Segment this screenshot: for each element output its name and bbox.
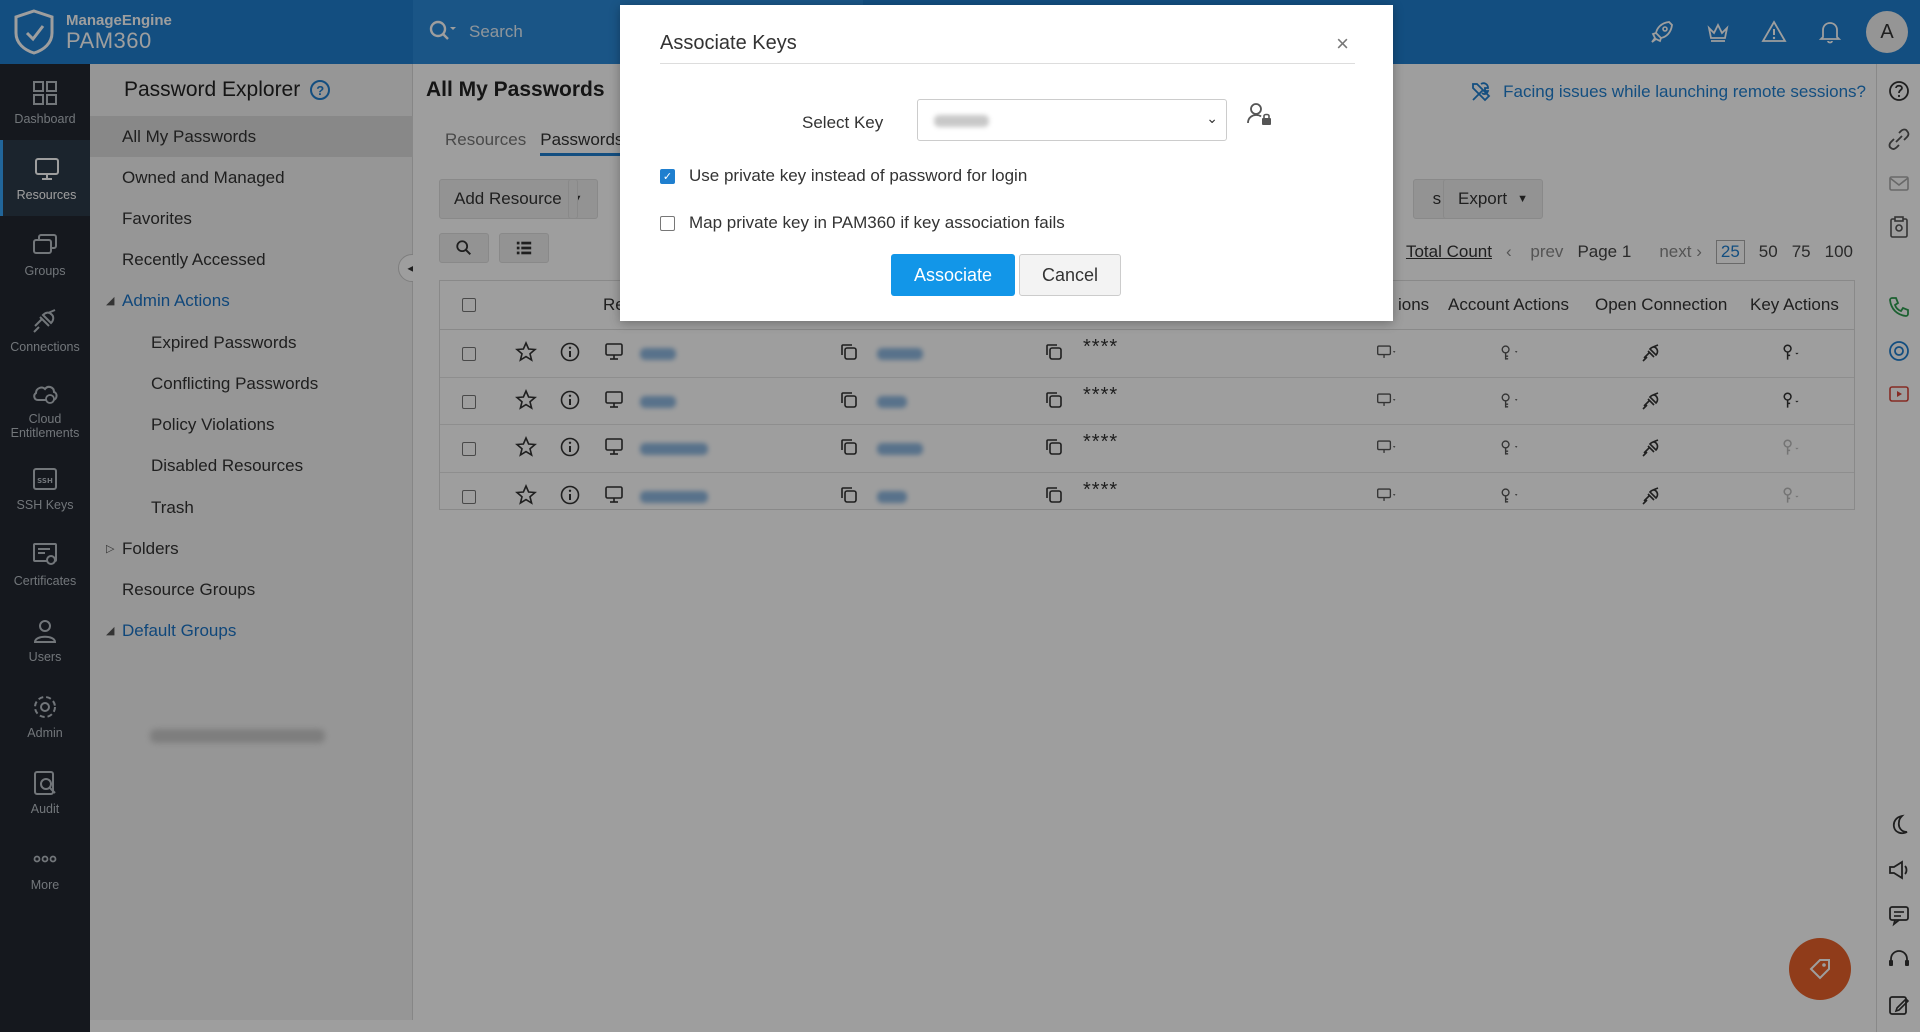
dialog-divider — [660, 63, 1355, 64]
cancel-button[interactable]: Cancel — [1019, 254, 1121, 296]
chevron-down-icon: ⌄ — [1206, 110, 1218, 126]
dialog-title: Associate Keys — [660, 32, 797, 54]
associate-button[interactable]: Associate — [891, 254, 1015, 296]
use-private-key-checkbox[interactable]: ✓ — [660, 168, 675, 184]
select-key-label: Select Key — [802, 113, 884, 132]
select-key-dropdown[interactable]: ⌄ — [917, 99, 1227, 141]
map-private-key-label: Map private key in PAM360 if key associa… — [689, 213, 1065, 232]
user-lock-icon[interactable] — [1245, 100, 1273, 133]
use-private-key-label: Use private key instead of password for … — [689, 166, 1028, 185]
use-private-key-option[interactable]: ✓ Use private key instead of password fo… — [660, 166, 1027, 186]
close-icon[interactable]: × — [1336, 31, 1349, 57]
map-private-key-option[interactable]: Map private key in PAM360 if key associa… — [660, 213, 1065, 233]
associate-keys-dialog: Associate Keys × Select Key ⌄ ✓ Use priv… — [620, 5, 1393, 321]
map-private-key-checkbox[interactable] — [660, 215, 675, 231]
selected-key-redacted — [934, 115, 989, 127]
